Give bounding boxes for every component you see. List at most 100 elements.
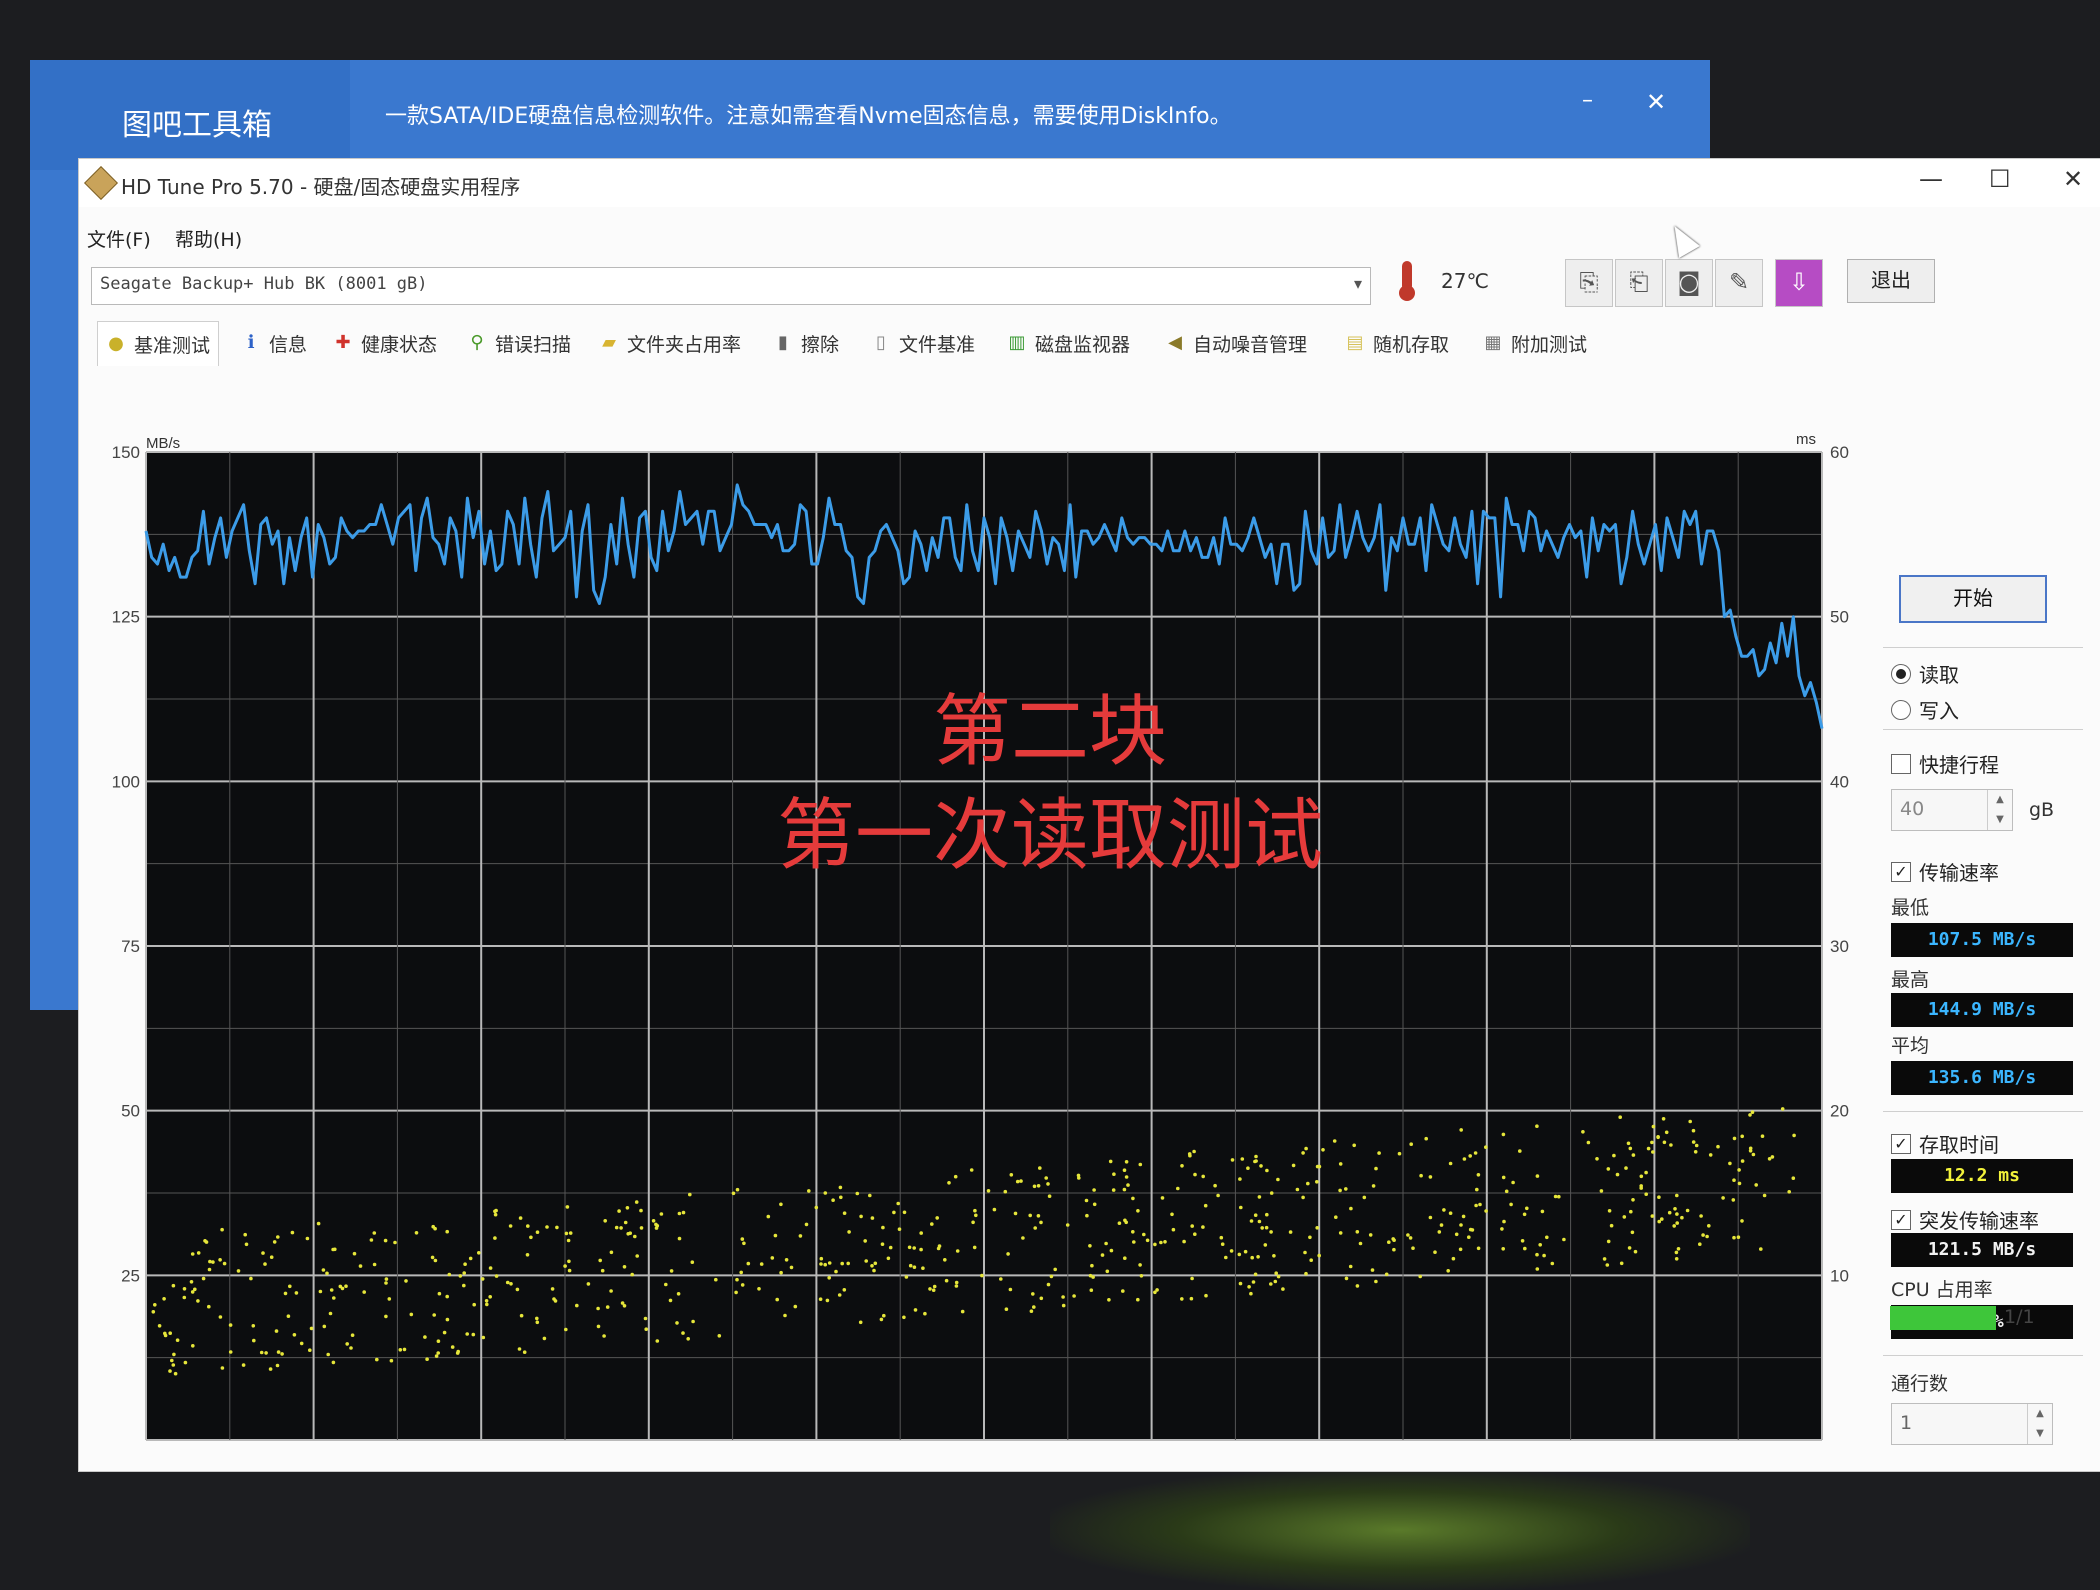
access-time-point xyxy=(189,1280,194,1284)
right-tick-label: 50 xyxy=(1830,608,1849,627)
access-time-point xyxy=(1791,1176,1796,1180)
access-time-point xyxy=(567,1259,571,1264)
access-time-point xyxy=(153,1303,157,1307)
access-time-point xyxy=(1446,1269,1450,1273)
access-time-point xyxy=(1732,1136,1737,1141)
access-time-point xyxy=(1338,1188,1342,1193)
access-time-point xyxy=(943,1258,947,1262)
access-time-point xyxy=(555,1225,559,1230)
access-time-point xyxy=(908,1263,913,1268)
access-time-point xyxy=(201,1276,206,1281)
access-time-point xyxy=(1076,1173,1081,1178)
access-time-point xyxy=(1525,1206,1529,1211)
access-time-point xyxy=(1454,1232,1459,1237)
access-time-point xyxy=(1256,1255,1260,1259)
access-time-point xyxy=(1535,1174,1540,1178)
access-time-point xyxy=(919,1247,923,1252)
access-time-point xyxy=(677,1236,682,1241)
access-time-point xyxy=(1605,1263,1610,1267)
access-time-point xyxy=(259,1350,264,1355)
access-time-point xyxy=(211,1260,215,1264)
access-time-point xyxy=(1332,1139,1337,1143)
access-time-point xyxy=(1550,1261,1555,1266)
access-time-point xyxy=(344,1284,348,1288)
access-time-point xyxy=(1650,1214,1655,1218)
access-time-point xyxy=(564,1327,568,1332)
access-time-point xyxy=(550,1287,555,1291)
access-time-point xyxy=(1019,1179,1023,1183)
access-time-point xyxy=(1160,1196,1165,1200)
access-time-point xyxy=(1249,1291,1253,1296)
access-time-point xyxy=(1265,1212,1269,1217)
access-time-point xyxy=(1374,1279,1378,1284)
access-time-point xyxy=(1317,1253,1321,1258)
overlay-line-1: 第二块 xyxy=(933,687,1167,777)
access-time-point xyxy=(402,1347,407,1352)
access-time-point xyxy=(1646,1146,1651,1151)
access-time-point xyxy=(904,1275,909,1279)
access-time-point xyxy=(1581,1130,1585,1134)
access-time-point xyxy=(1442,1208,1446,1212)
access-time-point xyxy=(931,1288,936,1292)
access-time-point xyxy=(1126,1183,1130,1187)
access-time-point xyxy=(1306,1181,1310,1186)
access-time-point xyxy=(596,1306,600,1311)
access-time-point xyxy=(1047,1194,1052,1198)
access-time-point xyxy=(1124,1220,1128,1225)
access-time-point xyxy=(384,1277,389,1281)
access-time-point xyxy=(1216,1193,1220,1198)
access-time-point xyxy=(1138,1263,1142,1267)
access-time-point xyxy=(1257,1195,1262,1199)
access-time-point xyxy=(1433,1250,1437,1254)
access-time-point xyxy=(309,1326,314,1331)
access-time-point xyxy=(434,1354,439,1358)
access-time-point xyxy=(882,1313,886,1318)
access-time-point xyxy=(625,1206,630,1210)
access-time-point xyxy=(173,1371,178,1376)
access-time-point xyxy=(1661,1117,1666,1121)
access-time-point xyxy=(992,1207,997,1212)
access-time-point xyxy=(634,1200,639,1204)
access-time-point xyxy=(1190,1276,1194,1281)
access-time-point xyxy=(1061,1303,1066,1308)
access-time-point xyxy=(675,1321,679,1325)
access-time-point xyxy=(1182,1239,1186,1244)
access-time-point xyxy=(563,1264,567,1268)
access-time-point xyxy=(445,1317,450,1322)
access-time-point xyxy=(1484,1145,1488,1149)
access-time-point xyxy=(567,1268,572,1273)
access-time-point xyxy=(220,1366,225,1370)
access-time-point xyxy=(954,1284,959,1288)
access-time-point xyxy=(798,1234,803,1238)
access-time-point xyxy=(208,1259,212,1264)
access-time-point xyxy=(827,1276,831,1280)
access-time-point xyxy=(823,1191,828,1195)
access-time-point xyxy=(1049,1274,1054,1279)
access-time-point xyxy=(770,1256,775,1260)
access-time-point xyxy=(414,1231,419,1235)
overlay-line-2: 第一次读取测试 xyxy=(777,791,1323,881)
access-time-point xyxy=(207,1304,211,1309)
left-tick-label: 25 xyxy=(121,1266,140,1285)
access-time-point xyxy=(1509,1202,1513,1207)
access-time-point xyxy=(1263,1243,1268,1247)
access-time-point xyxy=(430,1255,435,1260)
access-time-point xyxy=(1424,1136,1428,1141)
access-time-point xyxy=(1501,1175,1506,1180)
access-time-point xyxy=(1117,1221,1122,1225)
access-time-point xyxy=(575,1303,579,1308)
access-time-point xyxy=(1036,1214,1041,1218)
access-time-point xyxy=(1470,1228,1475,1232)
access-time-point xyxy=(372,1262,377,1267)
access-time-point xyxy=(207,1267,212,1272)
access-time-point xyxy=(1105,1269,1110,1274)
access-time-point xyxy=(1176,1186,1180,1191)
access-time-point xyxy=(445,1229,450,1234)
access-time-point xyxy=(1535,1252,1539,1257)
access-time-point xyxy=(352,1251,357,1256)
access-time-point xyxy=(1301,1151,1305,1155)
access-time-point xyxy=(183,1360,188,1365)
access-time-point xyxy=(398,1348,403,1352)
access-time-point xyxy=(1032,1184,1037,1189)
access-time-point xyxy=(1139,1274,1144,1278)
